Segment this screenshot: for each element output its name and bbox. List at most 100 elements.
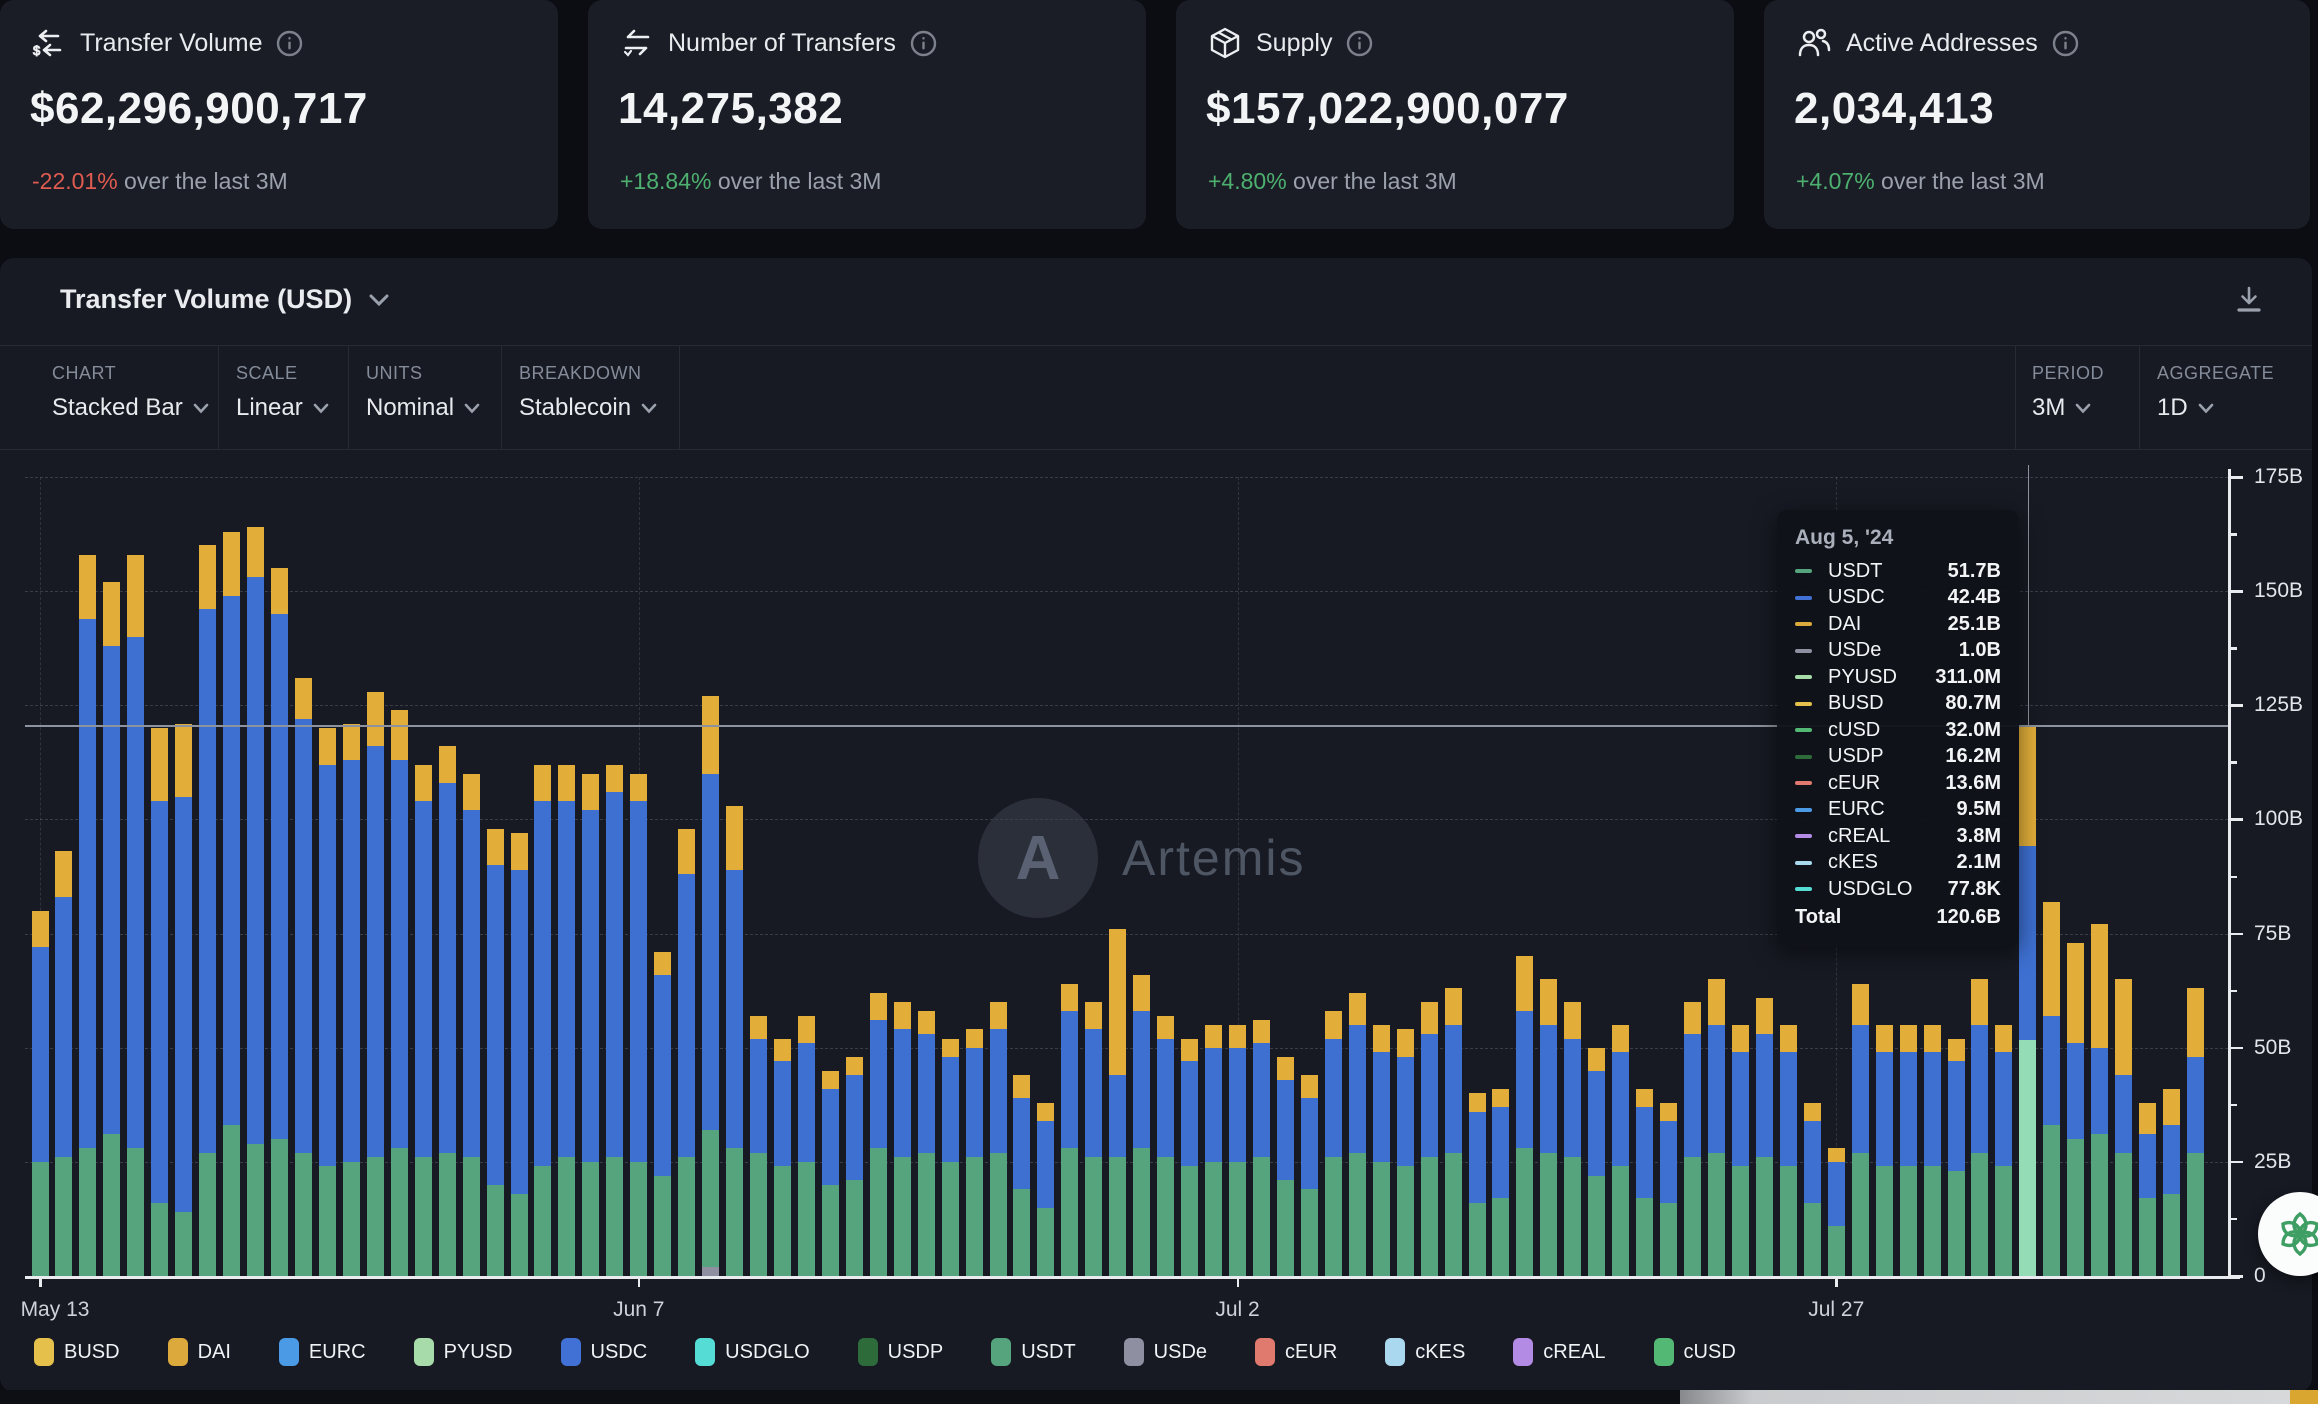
info-icon[interactable]: [276, 30, 303, 57]
info-icon[interactable]: [2052, 30, 2079, 57]
bar[interactable]: [1229, 1025, 1246, 1276]
bar[interactable]: [1205, 1025, 1222, 1276]
legend-item-dai[interactable]: DAI: [168, 1338, 231, 1366]
bar[interactable]: [1397, 1029, 1414, 1276]
bar[interactable]: [391, 710, 408, 1276]
bar[interactable]: [1924, 1025, 1941, 1276]
legend-item-usdt[interactable]: USDT: [991, 1338, 1075, 1366]
bar[interactable]: [1349, 993, 1366, 1276]
control-value[interactable]: Stacked Bar: [52, 394, 209, 422]
bar[interactable]: [822, 1071, 839, 1276]
bar[interactable]: [2115, 979, 2132, 1276]
bar[interactable]: [1636, 1089, 1653, 1276]
bar[interactable]: [2187, 988, 2204, 1276]
bar[interactable]: [558, 765, 575, 1276]
bar[interactable]: [654, 952, 671, 1276]
bar-hovered[interactable]: [2019, 725, 2036, 1276]
bar[interactable]: [1445, 988, 1462, 1276]
bar[interactable]: [1013, 1075, 1030, 1276]
bar[interactable]: [630, 774, 647, 1276]
bar[interactable]: [1085, 1002, 1102, 1276]
control-value[interactable]: Nominal: [366, 394, 480, 422]
bar[interactable]: [1253, 1020, 1270, 1276]
info-icon[interactable]: [1346, 30, 1373, 57]
bar[interactable]: [846, 1057, 863, 1276]
bar[interactable]: [1948, 1039, 1965, 1276]
bar[interactable]: [774, 1039, 791, 1276]
bar[interactable]: [55, 851, 72, 1276]
control-value[interactable]: 1D: [2157, 394, 2214, 422]
control-value[interactable]: 3M: [2032, 394, 2091, 422]
bar[interactable]: [247, 527, 264, 1276]
legend-item-usdp[interactable]: USDP: [858, 1338, 944, 1366]
bar[interactable]: [1373, 1025, 1390, 1276]
metric-selector-dropdown[interactable]: Transfer Volume (USD): [60, 284, 390, 315]
bar[interactable]: [798, 1016, 815, 1276]
bar[interactable]: [534, 765, 551, 1276]
stacked-bar-chart[interactable]: 025B50B75B100B125B150B175BMay 13Jun 7Jul…: [0, 449, 2312, 1392]
bar[interactable]: [990, 1002, 1007, 1276]
control-value[interactable]: Linear: [236, 394, 329, 422]
bar[interactable]: [606, 765, 623, 1276]
bar[interactable]: [1492, 1089, 1509, 1276]
legend-item-usde[interactable]: USDe: [1124, 1338, 1207, 1366]
bar[interactable]: [1540, 979, 1557, 1276]
bar[interactable]: [79, 555, 96, 1276]
legend-item-busd[interactable]: BUSD: [34, 1338, 120, 1366]
bar[interactable]: [103, 582, 120, 1276]
bar[interactable]: [966, 1029, 983, 1276]
bar[interactable]: [1995, 1025, 2012, 1276]
bar[interactable]: [918, 1011, 935, 1276]
bar[interactable]: [1301, 1075, 1318, 1276]
bar[interactable]: [1157, 1016, 1174, 1276]
bar[interactable]: [1277, 1057, 1294, 1276]
bar[interactable]: [343, 724, 360, 1276]
bar[interactable]: [678, 829, 695, 1276]
bar[interactable]: [1469, 1093, 1486, 1276]
bar[interactable]: [1732, 1025, 1749, 1276]
bar[interactable]: [1756, 997, 1773, 1276]
bar[interactable]: [1109, 929, 1126, 1276]
bar[interactable]: [2091, 924, 2108, 1276]
bar[interactable]: [439, 746, 456, 1276]
bar[interactable]: [1684, 1002, 1701, 1276]
bar[interactable]: [151, 728, 168, 1276]
bar[interactable]: [2139, 1103, 2156, 1276]
bar[interactable]: [1876, 1025, 1893, 1276]
bar[interactable]: [1852, 984, 1869, 1276]
bar[interactable]: [1133, 975, 1150, 1276]
bar[interactable]: [1971, 979, 1988, 1276]
bar[interactable]: [702, 696, 719, 1276]
bar[interactable]: [1588, 1048, 1605, 1276]
bar[interactable]: [175, 724, 192, 1276]
legend-item-cusd[interactable]: cUSD: [1654, 1338, 1736, 1366]
bar[interactable]: [487, 829, 504, 1276]
bar[interactable]: [1900, 1025, 1917, 1276]
legend-item-pyusd[interactable]: PYUSD: [414, 1338, 513, 1366]
info-icon[interactable]: [910, 30, 937, 57]
bar[interactable]: [367, 692, 384, 1276]
bar[interactable]: [1780, 1025, 1797, 1276]
bar[interactable]: [223, 532, 240, 1276]
bar[interactable]: [1708, 979, 1725, 1276]
bar[interactable]: [1564, 1002, 1581, 1276]
bar[interactable]: [319, 728, 336, 1276]
bar[interactable]: [1421, 1002, 1438, 1276]
legend-item-creal[interactable]: cREAL: [1513, 1338, 1605, 1366]
legend-item-usdglo[interactable]: USDGLO: [695, 1338, 809, 1366]
bar[interactable]: [582, 774, 599, 1276]
legend-item-eurc[interactable]: EURC: [279, 1338, 366, 1366]
bar[interactable]: [199, 545, 216, 1276]
bar[interactable]: [1325, 1011, 1342, 1276]
bar[interactable]: [750, 1016, 767, 1276]
bar[interactable]: [726, 806, 743, 1276]
bar[interactable]: [2067, 943, 2084, 1276]
bar[interactable]: [1516, 956, 1533, 1276]
bar[interactable]: [1181, 1039, 1198, 1276]
bar[interactable]: [32, 911, 49, 1276]
bar[interactable]: [295, 678, 312, 1276]
bar[interactable]: [870, 993, 887, 1276]
bar[interactable]: [1612, 1025, 1629, 1276]
bar[interactable]: [463, 774, 480, 1276]
bar[interactable]: [271, 568, 288, 1276]
